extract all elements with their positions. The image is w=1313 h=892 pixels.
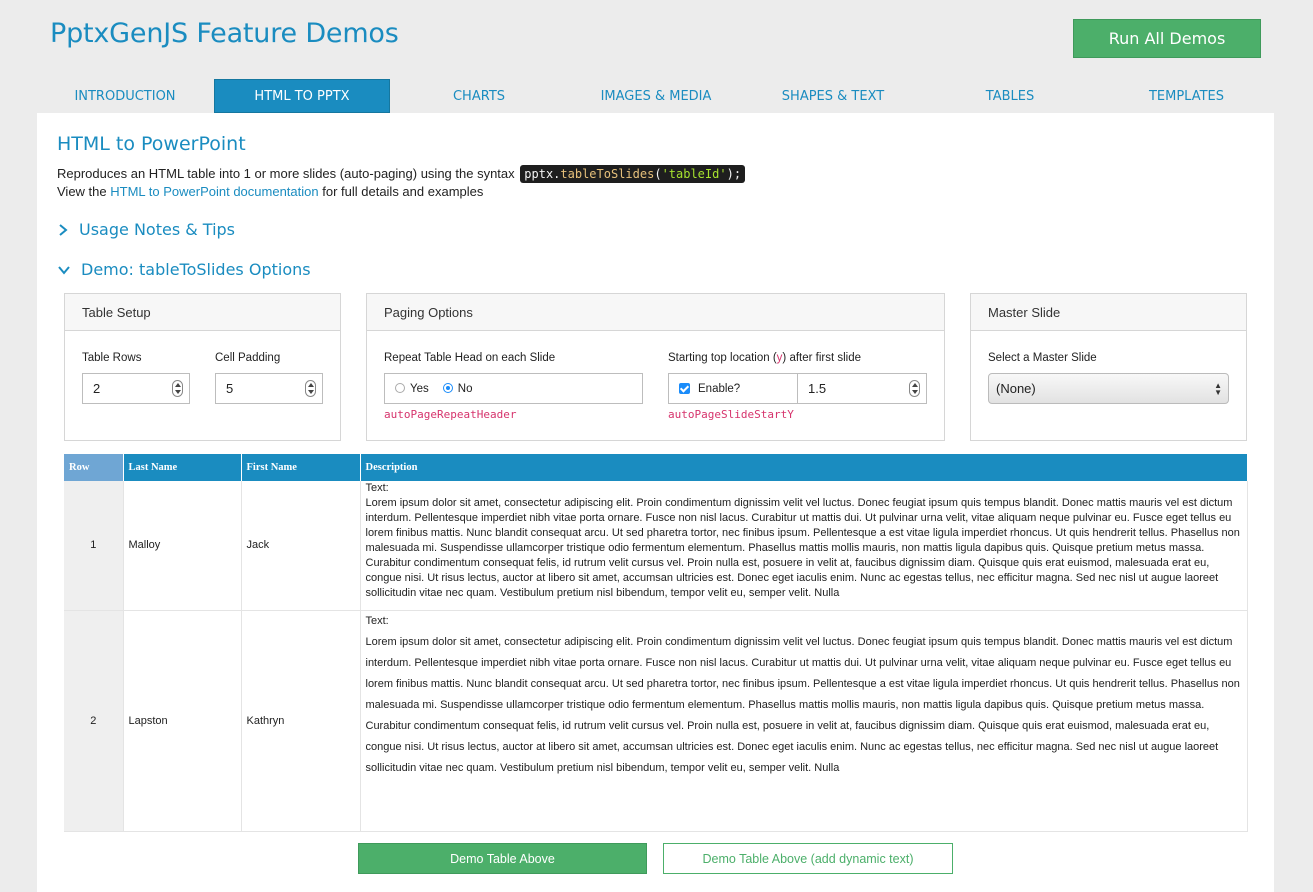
tab-html-to-pptx[interactable]: HTML TO PPTX [214,79,390,113]
demo-table: Row Last Name First Name Description 1 M… [64,454,1248,832]
start-y-input[interactable]: 1.5 [797,373,927,404]
accordion-demo-options-label: Demo: tableToSlides Options [81,260,311,279]
table-setup-card: Table Setup Table Rows 2 Cell Padding 5 [64,293,341,441]
paging-options-card: Paging Options Repeat Table Head on each… [366,293,945,441]
table-setup-title: Table Setup [65,294,340,331]
table-row: 1 Malloy Jack Text: Lorem ipsum dolor si… [64,481,1248,611]
start-label-pre: Starting top location ( [668,352,777,364]
table-header-row: Row Last Name First Name Description [64,454,1248,481]
section-title: HTML to PowerPoint [57,133,246,155]
chevron-down-icon [58,265,70,275]
table-rows-label: Table Rows [82,352,142,364]
content-panel: HTML to PowerPoint Reproduces an HTML ta… [37,113,1274,892]
radio-yes-label: Yes [410,382,429,395]
code-method: tableToSlides [560,167,655,181]
master-select-label: Select a Master Slide [988,352,1097,364]
start-label-post: ) after first slide [782,352,862,364]
master-slide-select[interactable]: (None) ▲ ▼ [988,373,1229,404]
master-selected-value: (None) [996,381,1036,396]
tab-introduction[interactable]: INTRODUCTION [37,79,213,113]
radio-no-label: No [457,382,473,395]
header-row: Row [64,454,124,481]
description-text: Lorem ipsum dolor sit amet, consectetur … [365,635,1240,774]
start-y-value: 1.5 [808,381,827,396]
start-y-prop: autoPageSlideStartY [668,408,794,421]
row-number: 1 [64,481,124,611]
tab-charts[interactable]: CHARTS [391,79,567,113]
paging-options-title: Paging Options [367,294,944,331]
master-slide-title: Master Slide [971,294,1246,331]
cell-padding-input[interactable]: 5 [215,373,323,404]
description-title: Text: [365,614,389,627]
intro-line: Reproduces an HTML table into 1 or more … [57,165,746,183]
description-cell: Text: Lorem ipsum dolor sit amet, consec… [360,610,1248,832]
repeat-head-prop: autoPageRepeatHeader [384,408,517,421]
tab-shapes-text[interactable]: SHAPES & TEXT [745,79,921,113]
last-name-cell: Malloy [123,481,242,611]
tab-bar: INTRODUCTION HTML TO PPTX CHARTS IMAGES … [37,79,1274,113]
docs-prefix: View the [57,184,107,199]
first-name-cell: Kathryn [241,610,361,832]
accordion-demo-options[interactable]: Demo: tableToSlides Options [57,260,311,279]
select-arrows-icon: ▲ ▼ [1214,381,1222,397]
radio-yes[interactable]: Yes [395,383,429,395]
code-obj: pptx. [524,167,561,181]
repeat-head-radio-group: Yes No [384,373,643,404]
description-cell: Text: Lorem ipsum dolor sit amet, consec… [360,481,1248,611]
master-slide-card: Master Slide Select a Master Slide (None… [970,293,1247,441]
accordion-usage-notes-label: Usage Notes & Tips [79,220,236,239]
start-location-label: Starting top location (y) after first sl… [668,352,861,364]
docs-suffix: for full details and examples [322,184,484,199]
run-all-demos-button[interactable]: Run All Demos [1073,19,1261,58]
code-close: ); [726,167,742,181]
header-description: Description [360,454,1248,481]
enable-checkbox-field[interactable]: Enable? [668,373,798,404]
header-first-name: First Name [241,454,361,481]
radio-off-icon [395,383,405,394]
code-arg: 'tableId' [661,167,727,181]
table-row: 2 Lapston Kathryn Text: Lorem ipsum dolo… [64,610,1248,832]
stepper-icon[interactable] [172,380,183,397]
stepper-icon[interactable] [305,380,316,397]
last-name-cell: Lapston [123,610,242,832]
cell-padding-value: 5 [226,381,234,396]
demo-table-button[interactable]: Demo Table Above [358,843,647,874]
row-number: 2 [64,610,124,832]
radio-on-icon [442,383,453,394]
app-header: PptxGenJS Feature Demos Run All Demos [0,0,1313,79]
table-rows-value: 2 [93,381,101,396]
app-title: PptxGenJS Feature Demos [50,18,399,49]
code-open: ( [654,167,662,181]
description-title: Text: [365,482,389,494]
tab-images-media[interactable]: IMAGES & MEDIA [568,79,744,113]
tab-templates[interactable]: TEMPLATES [1099,79,1274,113]
cell-padding-label: Cell Padding [215,352,281,364]
checkbox-checked-icon[interactable] [679,383,690,394]
demo-table-dynamic-button[interactable]: Demo Table Above (add dynamic text) [663,843,953,874]
stepper-icon[interactable] [909,380,920,397]
radio-no[interactable]: No [442,382,473,395]
header-last-name: Last Name [123,454,242,481]
accordion-usage-notes[interactable]: Usage Notes & Tips [57,220,235,239]
code-snippet: pptx.tableToSlides('tableId'); [520,165,746,183]
first-name-cell: Jack [241,481,361,611]
chevron-right-icon [59,223,68,236]
description-text: Lorem ipsum dolor sit amet, consectetur … [365,497,1240,599]
docs-line: View the HTML to PowerPoint documentatio… [57,184,483,199]
tab-tables[interactable]: TABLES [922,79,1098,113]
enable-label: Enable? [698,382,741,395]
table-rows-input[interactable]: 2 [82,373,190,404]
docs-link[interactable]: HTML to PowerPoint documentation [110,184,318,199]
repeat-head-label: Repeat Table Head on each Slide [384,352,556,364]
intro-text: Reproduces an HTML table into 1 or more … [57,166,515,181]
